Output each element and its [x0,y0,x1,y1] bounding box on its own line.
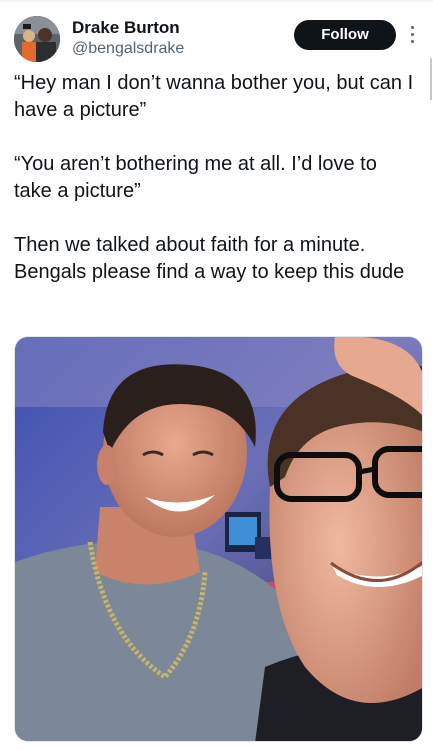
author-handle[interactable]: @bengalsdrake [72,39,184,59]
avatar-image [14,16,60,62]
scrollbar[interactable] [430,58,432,100]
tweet-photo[interactable] [14,336,423,742]
avatar[interactable] [14,16,60,62]
top-divider [0,0,433,2]
follow-button[interactable]: Follow [294,20,396,50]
tweet-paragraph: “Hey man I don’t wanna bother you, but c… [14,72,414,121]
selfie-photo [15,337,422,741]
more-options-icon[interactable] [405,22,419,48]
tweet-header: Drake Burton @bengalsdrake Follow [14,14,419,64]
author-names: Drake Burton @bengalsdrake [72,18,184,59]
author-display-name[interactable]: Drake Burton [72,18,184,38]
tweet-paragraph: “You aren’t bothering me at all. I’d lov… [14,153,377,202]
tweet-text: “Hey man I don’t wanna bother you, but c… [14,70,414,313]
tweet-paragraph: Then we talked about faith for a minute.… [14,234,405,283]
